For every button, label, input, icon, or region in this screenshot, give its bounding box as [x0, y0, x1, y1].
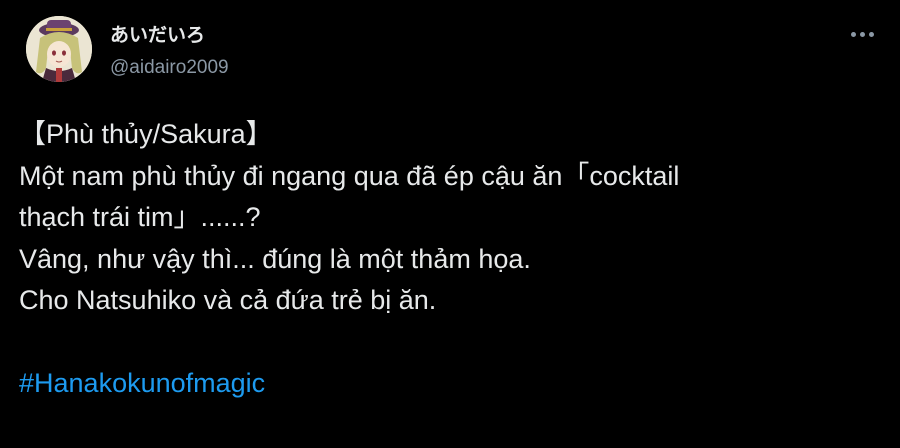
- tweet-text-line: 【Phù thủy/Sakura】: [19, 119, 273, 149]
- tweet-text-line: thạch trái tim」......?: [19, 202, 261, 232]
- more-dot: [868, 31, 874, 37]
- user-handle[interactable]: @aidairo2009: [110, 56, 229, 80]
- more-horizontal-icon[interactable]: [846, 22, 878, 46]
- tweet-text: 【Phù thủy/Sakura】 Một nam phù thủy đi ng…: [19, 114, 889, 405]
- tweet-text-line: Một nam phù thủy đi ngang qua đã ép cậu …: [19, 160, 680, 191]
- more-dot: [859, 31, 865, 37]
- avatar[interactable]: [26, 16, 92, 82]
- author-info: あいだいろ @aidairo2009: [110, 24, 229, 80]
- display-name[interactable]: あいだいろ: [110, 24, 229, 48]
- hashtag-link[interactable]: #Hanakokunofmagic: [19, 368, 265, 398]
- more-dot: [850, 31, 856, 37]
- tweet-card: あいだいろ @aidairo2009 【Phù thủy/Sakura】 Một…: [0, 0, 900, 448]
- tweet-text-line: Cho Natsuhiko và cả đứa trẻ bị ăn.: [19, 285, 437, 315]
- tweet-text-line: Vâng, như vậy thì... đúng là một thảm họ…: [19, 243, 531, 274]
